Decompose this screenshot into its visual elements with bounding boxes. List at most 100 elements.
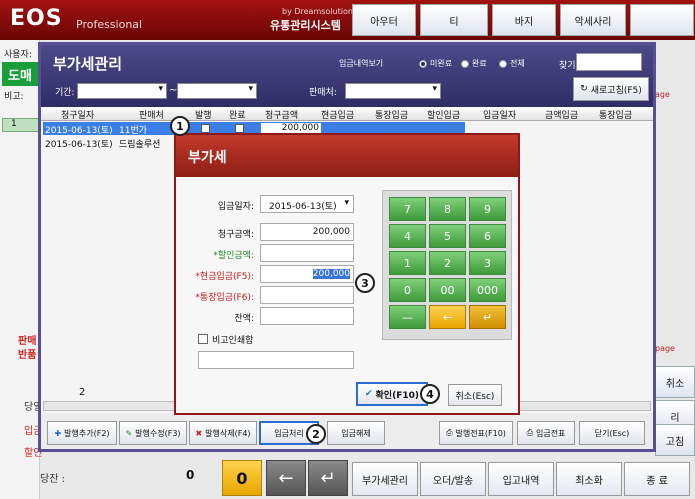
vat-window-header: 부가세관리 입금내역보기 미완료 완료 전체 찾기: 기간: ~ 판매처: ↻새… — [41, 45, 653, 107]
category-pants-button[interactable]: 바지 — [492, 4, 556, 36]
receiving-history-button[interactable]: 입고내역 — [488, 462, 554, 496]
memo-print-checkbox[interactable] — [198, 334, 208, 344]
key-backspace-icon[interactable]: ← — [429, 305, 466, 329]
exit-button[interactable]: 종 료 — [624, 462, 690, 496]
edit-issue-button[interactable]: ✎ 발행수정(F3) — [119, 421, 187, 445]
key-6[interactable]: 6 — [469, 224, 506, 248]
confirm-label: 확인(F10) — [375, 390, 419, 401]
col-discount-deposit: 할인입금 — [427, 111, 461, 121]
callout-badge-4: 4 — [420, 384, 440, 404]
right-cancel-button[interactable]: 취소 — [655, 366, 695, 398]
radio-all-label: 전체 — [510, 59, 525, 68]
deposit-slip-button[interactable]: ⎙ 입금전표 — [517, 421, 575, 445]
category-accessory-button[interactable]: 악세사리 — [560, 4, 626, 36]
add-issue-button[interactable]: ✚ 발행추가(F2) — [47, 421, 117, 445]
enter-key[interactable]: ↵ — [308, 460, 348, 496]
key-5[interactable]: 5 — [429, 224, 466, 248]
cash-deposit-field[interactable]: 200,000 — [260, 265, 354, 283]
category-tee-button[interactable]: 티 — [420, 4, 488, 36]
dialog-title: 부가세 — [188, 150, 227, 166]
key-8[interactable]: 8 — [429, 197, 466, 221]
key-1[interactable]: 1 — [389, 251, 426, 275]
key-0[interactable]: 0 — [389, 278, 426, 302]
vat-window-title: 부가세관리 — [53, 55, 123, 73]
issue-slip-label: 발행전표(F10) — [455, 428, 506, 438]
brand-name: 유통관리시스템 — [270, 19, 341, 32]
seller-select[interactable] — [345, 83, 441, 99]
col-issue: 발행 — [195, 111, 212, 121]
balance-label: 당잔 : — [40, 474, 65, 485]
memo-input[interactable] — [198, 351, 354, 369]
pencil-icon: ✎ — [125, 428, 133, 438]
key-00[interactable]: 00 — [429, 278, 466, 302]
right-refresh-button[interactable]: 고침 — [655, 424, 695, 456]
done-checkbox[interactable] — [235, 124, 244, 133]
plus-icon: ✚ — [54, 428, 62, 438]
view-deposit-label: 입금내역보기 — [339, 59, 384, 68]
key-2[interactable]: 2 — [429, 251, 466, 275]
issue-slip-button[interactable]: ⎙ 발행전표(F10) — [439, 421, 513, 445]
col-bank-deposit: 통장입금 — [375, 111, 409, 121]
category-blank-button[interactable] — [630, 4, 694, 36]
key-minus[interactable]: — — [389, 305, 426, 329]
confirm-button[interactable]: ✔ 확인(F10) — [356, 382, 428, 406]
col-amount-deposit: 금액입금 — [545, 111, 579, 121]
minimize-button[interactable]: 최소화 — [556, 462, 622, 496]
radio-done[interactable]: 완료 — [461, 58, 487, 69]
key-4[interactable]: 4 — [389, 224, 426, 248]
issue-checkbox[interactable] — [201, 124, 210, 133]
order-ship-button[interactable]: 오더/발송 — [420, 462, 486, 496]
category-buttons: 아우터 티 바지 악세사리 — [352, 2, 695, 40]
close-button[interactable]: 닫기(Esc) — [579, 421, 645, 445]
discount-amount-field[interactable] — [260, 244, 354, 262]
key-enter-icon[interactable]: ↵ — [469, 305, 506, 329]
key-000[interactable]: 000 — [469, 278, 506, 302]
cash-deposit-label: *현금입금(F5): — [195, 272, 254, 282]
period-end-select[interactable] — [177, 83, 257, 99]
right-page-text-a: age — [655, 90, 670, 99]
bank-deposit-label: *통장입금(F6): — [195, 293, 254, 303]
right-page-text-b: page — [655, 344, 675, 353]
col-claim-date: 청구일자 — [61, 111, 95, 121]
eos-logo: EOS — [10, 6, 63, 31]
radio-dot-icon — [461, 59, 469, 68]
key-3[interactable]: 3 — [469, 251, 506, 275]
key-9[interactable]: 9 — [469, 197, 506, 221]
left-list-row[interactable]: 1 — [2, 118, 40, 132]
deposit-slip-label: 입금전표 — [535, 428, 566, 438]
callout-badge-3: 3 — [355, 273, 375, 293]
grid-header: 청구일자 판매처 발행 완료 청구금액 현금입금 통장입금 할인입금 입금일자 … — [41, 107, 653, 121]
back-key[interactable]: ← — [266, 460, 306, 496]
deposit-cancel-button[interactable]: 입금해제 — [327, 421, 385, 445]
period-start-select[interactable] — [77, 83, 167, 99]
claim-amount-field[interactable]: 200,000 — [260, 223, 354, 241]
cancel-button[interactable]: 취소(Esc) — [448, 384, 502, 406]
delete-icon: ✖ — [195, 428, 203, 438]
bank-deposit-field[interactable] — [260, 286, 354, 304]
radio-dot-icon — [499, 59, 507, 68]
dialog-header: 부가세 — [176, 135, 518, 177]
delete-issue-button[interactable]: ✖ 발행삭제(F4) — [189, 421, 257, 445]
key-7[interactable]: 7 — [389, 197, 426, 221]
col-claim-amount: 청구금액 — [265, 111, 299, 121]
numeric-keypad: 7 8 9 4 5 6 1 2 3 0 00 000 — ← ↵ — [382, 190, 512, 340]
deposit-date-select[interactable]: 2015-06-13(토) — [260, 195, 354, 213]
wholesale-button[interactable]: 도매 — [2, 62, 40, 86]
category-outer-button[interactable]: 아우터 — [352, 4, 416, 36]
printer-icon: ⎙ — [446, 428, 453, 437]
zero-key[interactable]: 0 — [222, 460, 262, 496]
col-done: 완료 — [229, 111, 246, 121]
add-issue-label: 발행추가(F2) — [64, 428, 110, 438]
radio-dot-icon — [419, 59, 427, 68]
row-seller: 드림솔루션 — [119, 140, 161, 150]
radio-unpaid[interactable]: 미완료 — [419, 58, 452, 69]
logo-subtitle: Professional — [76, 18, 143, 31]
vat-manage-button[interactable]: 부가세관리 — [352, 462, 418, 496]
refresh-icon: ↻ — [580, 84, 588, 94]
remaining-balance-field[interactable] — [260, 307, 354, 325]
cash-deposit-value: 200,000 — [312, 269, 350, 279]
callout-badge-2: 2 — [306, 424, 326, 444]
refresh-button[interactable]: ↻ 새로고침(F5) — [573, 77, 649, 101]
radio-all[interactable]: 전체 — [499, 58, 525, 69]
search-input[interactable] — [576, 53, 642, 71]
